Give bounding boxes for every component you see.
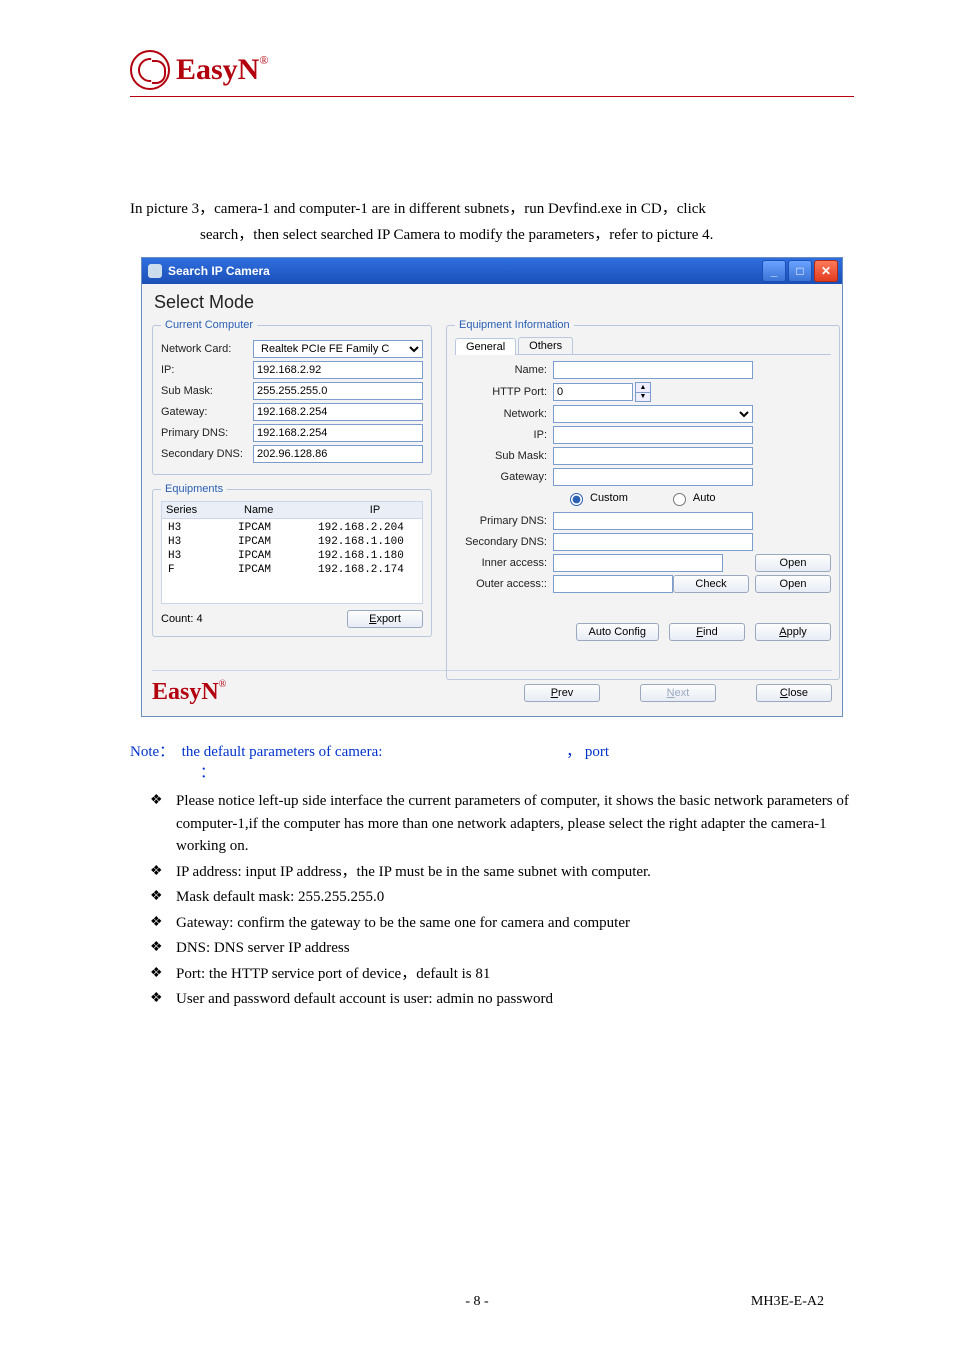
caption-text: In picture 3，camera-1 and computer-1 are…	[130, 197, 854, 248]
equipment-header: Series Name IP	[161, 501, 423, 519]
find-button[interactable]: Find	[669, 623, 745, 641]
table-row: H3IPCAM192.168.1.100	[162, 535, 422, 549]
logo-text: EasyN®	[176, 53, 268, 87]
open-inner-button[interactable]: Open	[755, 554, 831, 572]
table-row: FIPCAM192.168.2.174	[162, 563, 422, 577]
eq-sdns-input[interactable]	[553, 533, 753, 551]
table-row: H3IPCAM192.168.2.204	[162, 521, 422, 535]
gateway-input[interactable]	[253, 403, 423, 421]
logo-icon	[130, 50, 170, 90]
http-port-input[interactable]	[553, 383, 633, 401]
table-row: H3IPCAM192.168.1.180	[162, 549, 422, 563]
app-icon	[148, 264, 162, 278]
equipment-info-group: Equipment Information General Others Nam…	[446, 319, 840, 680]
export-button[interactable]: Export	[347, 610, 423, 628]
header-rule	[130, 96, 854, 97]
close-button[interactable]: ✕	[814, 260, 838, 282]
count-label: Count: 4	[161, 613, 203, 625]
sdns-input[interactable]	[253, 445, 423, 463]
label-sdns: Secondary DNS:	[161, 448, 253, 460]
port-spinner[interactable]: ▲▼	[635, 382, 651, 402]
next-button[interactable]: Next	[640, 684, 716, 702]
network-card-select[interactable]: Realtek PCIe FE Family C	[253, 340, 423, 358]
list-item: IP address: input IP address，the IP must…	[146, 861, 854, 884]
list-item: DNS: DNS server IP address	[146, 937, 854, 960]
equipment-list[interactable]: H3IPCAM192.168.2.204 H3IPCAM192.168.1.10…	[161, 519, 423, 604]
equipments-group: Equipments Series Name IP H3IPCAM192.168…	[152, 483, 432, 637]
label-eq-ip: IP:	[455, 429, 553, 441]
outer-access-input[interactable]	[553, 575, 673, 593]
submask-input[interactable]	[253, 382, 423, 400]
pdns-input[interactable]	[253, 424, 423, 442]
list-item: User and password default account is use…	[146, 988, 854, 1011]
label-http-port: HTTP Port:	[455, 386, 553, 398]
current-computer-group: Current Computer Network Card: Realtek P…	[152, 319, 432, 475]
brand-logo: EasyN®	[130, 50, 854, 90]
label-network: Network:	[455, 408, 553, 420]
tabs: General Others	[455, 337, 831, 355]
tab-general[interactable]: General	[455, 338, 516, 355]
note-block: Note： the default parameters of camera: …	[130, 740, 854, 1011]
list-item: Port: the HTTP service port of device，de…	[146, 963, 854, 986]
titlebar[interactable]: Search IP Camera _ □ ✕	[142, 258, 842, 284]
equipment-info-legend: Equipment Information	[455, 319, 574, 331]
label-gateway: Gateway:	[161, 406, 253, 418]
label-outer-access: Outer access::	[455, 578, 553, 590]
current-computer-legend: Current Computer	[161, 319, 257, 331]
prev-button[interactable]: Prev	[524, 684, 600, 702]
maximize-button[interactable]: □	[788, 260, 812, 282]
label-submask: Sub Mask:	[161, 385, 253, 397]
label-inner-access: Inner access:	[455, 557, 553, 569]
window-title: Search IP Camera	[168, 264, 270, 278]
tab-others[interactable]: Others	[518, 337, 573, 354]
auto-config-button[interactable]: Auto Config	[576, 623, 659, 641]
label-eq-submask: Sub Mask:	[455, 450, 553, 462]
ip-input[interactable]	[253, 361, 423, 379]
page-footer: - 8 - MH3E-E-A2	[0, 1294, 954, 1310]
network-select[interactable]	[553, 405, 753, 423]
label-ip: IP:	[161, 364, 253, 376]
close-dialog-button[interactable]: Close	[756, 684, 832, 702]
eq-name-input[interactable]	[553, 361, 753, 379]
list-item: Gateway: confirm the gateway to be the s…	[146, 912, 854, 935]
open-outer-button[interactable]: Open	[755, 575, 831, 593]
eq-pdns-input[interactable]	[553, 512, 753, 530]
apply-button[interactable]: Apply	[755, 623, 831, 641]
eq-submask-input[interactable]	[553, 447, 753, 465]
label-pdns: Primary DNS:	[161, 427, 253, 439]
check-button[interactable]: Check	[673, 575, 749, 593]
label-eq-name: Name:	[455, 364, 553, 376]
minimize-button[interactable]: _	[762, 260, 786, 282]
inner-access-input[interactable]	[553, 554, 723, 572]
app-window: Search IP Camera _ □ ✕ Select Mode Curre…	[142, 258, 842, 716]
eq-ip-input[interactable]	[553, 426, 753, 444]
bottom-logo: EasyN®	[152, 679, 226, 706]
equipments-legend: Equipments	[161, 483, 227, 495]
list-item: Mask default mask: 255.255.255.0	[146, 886, 854, 909]
radio-auto[interactable]: Auto	[668, 490, 716, 506]
eq-gateway-input[interactable]	[553, 468, 753, 486]
radio-custom[interactable]: Custom	[565, 490, 628, 506]
label-network-card: Network Card:	[161, 343, 253, 355]
label-eq-pdns: Primary DNS:	[455, 515, 553, 527]
mode-title: Select Mode	[154, 292, 832, 313]
label-eq-gateway: Gateway:	[455, 471, 553, 483]
list-item: Please notice left-up side interface the…	[146, 790, 854, 858]
label-eq-sdns: Secondary DNS:	[455, 536, 553, 548]
